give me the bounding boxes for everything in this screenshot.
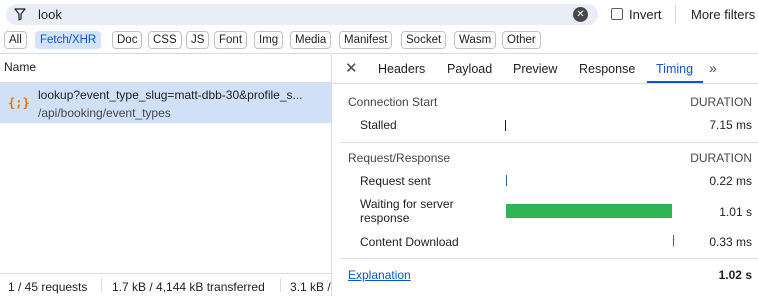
timing-total-divider xyxy=(340,258,758,259)
timing-value-content-download: 0.33 ms xyxy=(709,235,752,249)
transferred-size: 1.7 kB / 4,144 kB transferred xyxy=(112,280,265,294)
explanation-link[interactable]: Explanation xyxy=(348,268,411,282)
timing-section-divider xyxy=(340,142,758,143)
type-filter-doc[interactable]: Doc xyxy=(112,31,143,49)
close-icon[interactable]: ✕ xyxy=(345,59,358,77)
status-bar: 1 / 45 requests 1.7 kB / 4,144 kB transf… xyxy=(0,274,331,296)
toolbar-bottom-divider xyxy=(0,53,758,54)
pane-splitter[interactable] xyxy=(331,53,332,296)
timing-bar-stalled xyxy=(505,120,506,131)
connection-start-heading: Connection Start xyxy=(348,95,438,109)
status-divider xyxy=(280,278,281,292)
filter-input[interactable]: look ✕ xyxy=(6,4,598,25)
timing-bar-request-sent xyxy=(506,175,507,186)
filter-funnel-icon xyxy=(14,8,26,21)
type-filter-font[interactable]: Font xyxy=(214,31,248,49)
tab-headers[interactable]: Headers xyxy=(378,62,425,76)
request-path: /api/booking/event_types xyxy=(38,106,171,120)
type-filter-media[interactable]: Media xyxy=(290,31,332,49)
type-filter-manifest[interactable]: Manifest xyxy=(339,31,393,49)
timing-label-waiting: Waiting for server response xyxy=(360,197,454,225)
invert-checkbox[interactable] xyxy=(611,8,623,20)
duration-header: DURATION xyxy=(690,151,752,165)
timing-value-request-sent: 0.22 ms xyxy=(709,174,752,188)
clear-filter-icon[interactable]: ✕ xyxy=(573,7,588,22)
more-filters-button[interactable]: More filters xyxy=(691,7,755,22)
timing-value-stalled: 7.15 ms xyxy=(709,118,752,132)
tabs-divider xyxy=(332,83,758,84)
timing-label-content-download: Content Download xyxy=(360,235,459,249)
request-name: lookup?event_type_slug=matt-dbb-30&profi… xyxy=(38,88,303,102)
toolbar-divider xyxy=(675,5,676,23)
timing-bar-content-download xyxy=(673,235,674,246)
timing-label-request-sent: Request sent xyxy=(360,174,431,188)
type-filter-js[interactable]: JS xyxy=(186,31,210,49)
filter-bar: look ✕ Invert More filters xyxy=(0,0,758,28)
type-filter-wasm[interactable]: Wasm xyxy=(454,31,497,49)
filter-query: look xyxy=(38,7,62,22)
resources-size: 3.1 kB / xyxy=(290,280,331,294)
timing-bar-waiting xyxy=(506,204,672,218)
request-response-heading: Request/Response xyxy=(348,151,451,165)
xhr-braces-icon: {;} xyxy=(8,96,30,110)
type-filter-css[interactable]: CSS xyxy=(148,31,182,49)
invert-label: Invert xyxy=(629,7,662,22)
tab-response[interactable]: Response xyxy=(579,62,635,76)
timing-total: 1.02 s xyxy=(718,268,752,282)
type-filter-all[interactable]: All xyxy=(4,31,27,49)
request-count: 1 / 45 requests xyxy=(8,280,88,294)
status-divider xyxy=(101,278,102,292)
tab-timing[interactable]: Timing xyxy=(656,62,693,76)
timing-value-waiting: 1.01 s xyxy=(719,205,752,219)
type-filter-socket[interactable]: Socket xyxy=(401,31,447,49)
type-filter-fetch-xhr[interactable]: Fetch/XHR xyxy=(35,31,102,49)
tab-payload[interactable]: Payload xyxy=(447,62,492,76)
type-filter-img[interactable]: Img xyxy=(254,31,284,49)
timing-label-stalled: Stalled xyxy=(360,118,397,132)
type-filter-other[interactable]: Other xyxy=(502,31,541,49)
request-row[interactable]: {;} lookup?event_type_slug=matt-dbb-30&p… xyxy=(0,83,331,123)
tab-preview[interactable]: Preview xyxy=(513,62,557,76)
duration-header: DURATION xyxy=(690,95,752,109)
name-column-header[interactable]: Name xyxy=(4,60,36,74)
chevron-right-double-icon[interactable]: » xyxy=(709,60,717,76)
